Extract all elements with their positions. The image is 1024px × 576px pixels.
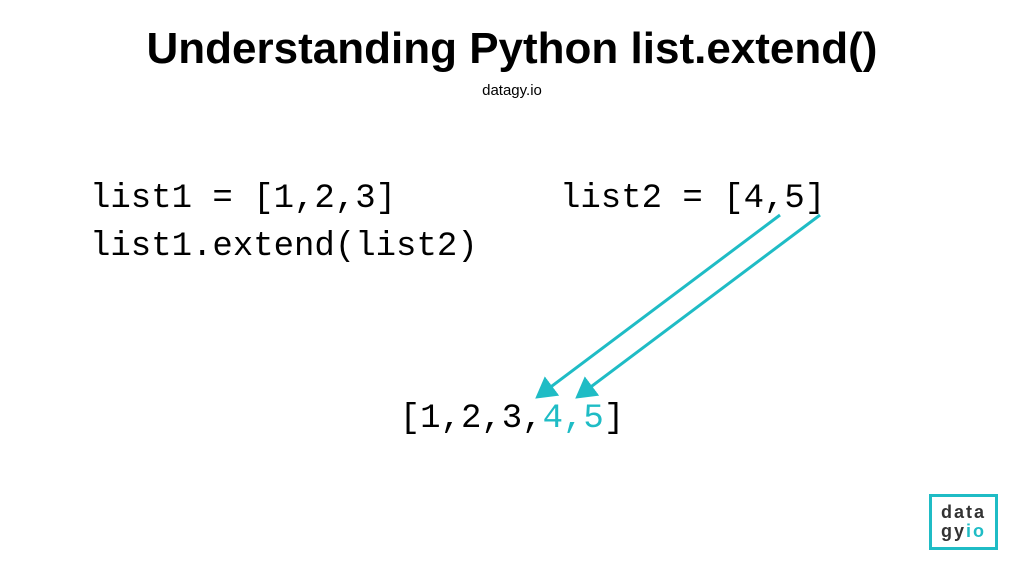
arrow-to-5 <box>580 215 820 395</box>
logo: data gyio <box>929 494 998 550</box>
logo-line1: data <box>941 503 986 522</box>
code-extend-call: list1.extend(list2) <box>90 228 478 266</box>
page-title: Understanding Python list.extend() <box>0 24 1024 74</box>
result-list: [1,2,3,4,5] <box>0 400 1024 438</box>
result-prefix: [1,2,3, <box>400 400 543 438</box>
result-highlight: 4,5 <box>543 400 604 438</box>
arrow-to-4 <box>540 215 780 395</box>
subtitle: datagy.io <box>0 82 1024 99</box>
logo-line2: gyio <box>941 522 986 541</box>
result-suffix: ] <box>604 400 624 438</box>
code-list2-assign: list2 = [4,5] <box>560 180 825 218</box>
code-list1-assign: list1 = [1,2,3] <box>90 180 396 218</box>
